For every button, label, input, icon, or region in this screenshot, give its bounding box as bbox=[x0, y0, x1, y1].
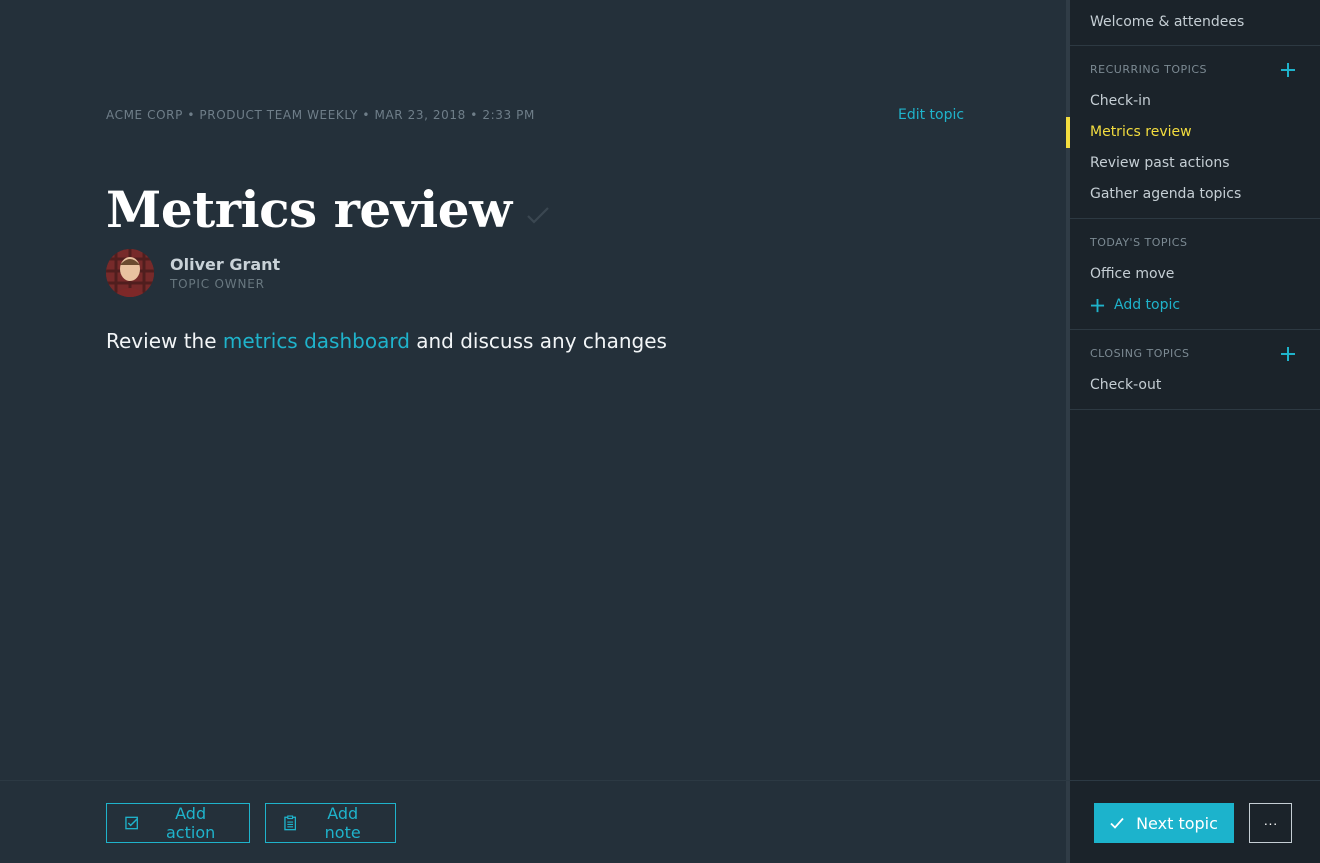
check-icon bbox=[1110, 817, 1124, 829]
add-action-button[interactable]: Add action bbox=[106, 803, 250, 843]
topic-owner: Oliver Grant TOPIC OWNER bbox=[106, 249, 280, 297]
more-button[interactable]: ··· bbox=[1249, 803, 1292, 843]
owner-name: Oliver Grant bbox=[170, 255, 281, 274]
todays-topics-section: TODAY'S TOPICS Office move Add topic bbox=[1070, 219, 1320, 330]
plus-icon bbox=[1090, 298, 1105, 313]
add-action-label: Add action bbox=[166, 804, 216, 842]
description-text-before: Review the bbox=[106, 329, 223, 353]
main-footer: Add action Add note bbox=[0, 780, 1066, 863]
next-topic-label: Next topic bbox=[1136, 813, 1218, 833]
welcome-section: Welcome & attendees bbox=[1070, 0, 1320, 46]
recurring-topics-heading: RECURRING TOPICS bbox=[1070, 46, 1320, 86]
description-text-after: and discuss any changes bbox=[409, 329, 667, 353]
metrics-dashboard-link[interactable]: metrics dashboard bbox=[223, 329, 410, 353]
edit-topic-link[interactable]: Edit topic bbox=[898, 107, 964, 123]
sidebar-item-metrics-review[interactable]: Metrics review bbox=[1066, 117, 1320, 148]
closing-topics-heading-label: CLOSING TOPICS bbox=[1090, 347, 1190, 360]
sidebar-item-welcome[interactable]: Welcome & attendees bbox=[1070, 7, 1320, 38]
title-row: Metrics review bbox=[106, 180, 550, 239]
owner-text: Oliver Grant TOPIC OWNER bbox=[170, 255, 280, 291]
topic-description: Review the metrics dashboard and discuss… bbox=[106, 329, 667, 353]
check-icon[interactable] bbox=[526, 205, 550, 225]
sidebar-item-check-in[interactable]: Check-in bbox=[1070, 86, 1320, 117]
todays-topics-heading: TODAY'S TOPICS bbox=[1070, 219, 1320, 259]
plus-icon[interactable] bbox=[1280, 62, 1296, 78]
sidebar-item-office-move[interactable]: Office move bbox=[1070, 259, 1320, 290]
page-title: Metrics review bbox=[106, 180, 512, 239]
avatar bbox=[106, 249, 154, 297]
add-note-label: Add note bbox=[324, 804, 361, 842]
more-icon: ··· bbox=[1263, 815, 1278, 831]
owner-role: TOPIC OWNER bbox=[170, 277, 265, 291]
checkbox-icon bbox=[125, 816, 138, 830]
recurring-topics-section: RECURRING TOPICS Check-in Metrics review… bbox=[1066, 46, 1320, 219]
next-topic-button[interactable]: Next topic bbox=[1094, 803, 1234, 843]
recurring-topics-heading-label: RECURRING TOPICS bbox=[1090, 63, 1208, 76]
sidebar-item-review-past-actions[interactable]: Review past actions bbox=[1070, 148, 1320, 179]
add-note-button[interactable]: Add note bbox=[265, 803, 396, 843]
breadcrumb: ACME CORP • PRODUCT TEAM WEEKLY • MAR 23… bbox=[106, 108, 535, 122]
plus-icon[interactable] bbox=[1280, 346, 1296, 362]
add-topic-label: Add topic bbox=[1114, 297, 1181, 313]
main-pane: ACME CORP • PRODUCT TEAM WEEKLY • MAR 23… bbox=[0, 0, 1066, 863]
sidebar-item-check-out[interactable]: Check-out bbox=[1070, 370, 1320, 401]
agenda-sidebar: Welcome & attendees RECURRING TOPICS Che… bbox=[1066, 0, 1320, 863]
closing-topics-section: CLOSING TOPICS Check-out bbox=[1070, 330, 1320, 410]
sidebar-item-gather-agenda-topics[interactable]: Gather agenda topics bbox=[1070, 179, 1320, 210]
add-topic-button[interactable]: Add topic bbox=[1070, 290, 1320, 321]
sidebar-footer: Next topic ··· bbox=[1066, 780, 1320, 863]
closing-topics-heading: CLOSING TOPICS bbox=[1070, 330, 1320, 370]
clipboard-icon bbox=[284, 815, 297, 831]
todays-topics-heading-label: TODAY'S TOPICS bbox=[1090, 236, 1188, 249]
